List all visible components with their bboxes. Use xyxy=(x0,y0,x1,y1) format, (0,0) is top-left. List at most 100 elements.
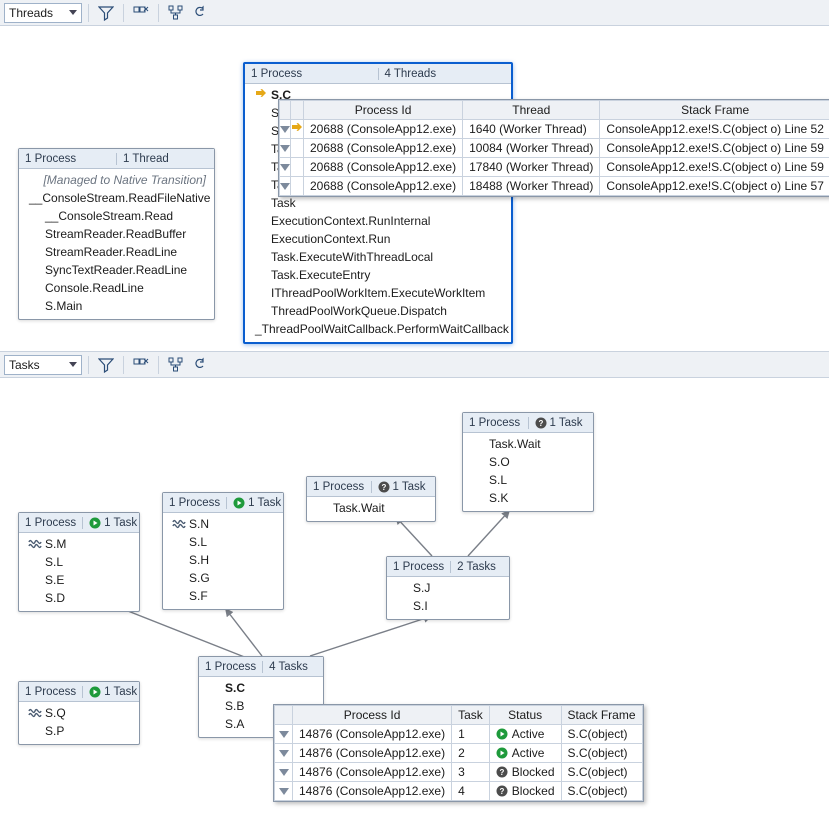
blocked-icon: ? xyxy=(378,481,390,493)
filter-icon[interactable] xyxy=(275,744,293,763)
stack-frame-row[interactable]: ExecutionContext.Run xyxy=(245,230,511,248)
task-stack-card[interactable]: 1 Process 1 Task S.QS.P xyxy=(18,681,140,745)
view-mode-select[interactable]: Threads xyxy=(4,3,82,23)
stack-frame-row[interactable]: __ConsoleStream.Read xyxy=(19,207,214,225)
grid-row[interactable]: 20688 (ConsoleApp12.exe)1640 (Worker Thr… xyxy=(280,120,829,139)
stack-frame-row[interactable]: Task.ExecuteWithThreadLocal xyxy=(245,248,511,266)
stack-frame-row[interactable]: StreamReader.ReadLine xyxy=(19,243,214,261)
auto-layout-icon[interactable] xyxy=(165,354,187,376)
grid-row[interactable]: 20688 (ConsoleApp12.exe)17840 (Worker Th… xyxy=(280,158,829,177)
stack-frame-row[interactable]: ExecutionContext.RunInternal xyxy=(245,212,511,230)
filter-icon[interactable] xyxy=(280,158,291,177)
grid-header[interactable]: Thread xyxy=(463,101,600,120)
filter-icon[interactable] xyxy=(280,177,291,196)
grid-row[interactable]: 14876 (ConsoleApp12.exe)1ActiveS.C(objec… xyxy=(275,725,643,744)
stack-frame-text: S.K xyxy=(489,491,508,505)
stack-frame-row[interactable]: S.L xyxy=(163,533,283,551)
card-rows: Task.Wait S.OS.L S.K xyxy=(463,433,593,511)
task-stack-card[interactable]: 1 Process ? 1 Task Task.Wait xyxy=(306,476,436,522)
stack-frame-row[interactable]: S.Q xyxy=(19,704,139,722)
threads-canvas: 1 Process 1 Thread [Managed to Native Tr… xyxy=(0,26,829,352)
auto-layout-icon[interactable] xyxy=(165,2,187,24)
grid-header[interactable]: Status xyxy=(489,706,561,725)
stack-frame-row[interactable]: S.N xyxy=(163,515,283,533)
card-header: 1 Process 2 Tasks xyxy=(387,557,509,577)
task-stack-card[interactable]: 1 Process 1 Task S.NS.LS.HS.GS.F xyxy=(162,492,284,610)
process-id-cell: 14876 (ConsoleApp12.exe) xyxy=(293,725,452,744)
card-hdr-right-wrap: 1 Task xyxy=(82,517,143,529)
filter-icon[interactable] xyxy=(95,2,117,24)
grid-row[interactable]: 14876 (ConsoleApp12.exe)2ActiveS.C(objec… xyxy=(275,744,643,763)
grid-header[interactable]: Stack Frame xyxy=(600,101,829,120)
filter-icon[interactable] xyxy=(275,782,293,801)
grid-header[interactable]: Process Id xyxy=(304,101,463,120)
stack-frame-row[interactable]: S.O xyxy=(463,453,593,471)
stack-frame-row[interactable]: S.L xyxy=(19,553,139,571)
grid-header[interactable]: Task xyxy=(452,706,490,725)
stack-frame-row[interactable]: Task.Wait xyxy=(463,435,593,453)
card-rows: S.J S.I xyxy=(387,577,509,619)
thread-detail-grid[interactable]: Process IdThreadStack Frame 20688 (Conso… xyxy=(278,99,829,197)
grid-row[interactable]: 14876 (ConsoleApp12.exe)3?BlockedS.C(obj… xyxy=(275,763,643,782)
toolbar-separator xyxy=(88,4,89,22)
stack-frame-row[interactable]: S.I xyxy=(387,597,509,615)
stack-frame-text: S.I xyxy=(413,599,428,613)
filter-icon[interactable] xyxy=(275,763,293,782)
grid-header[interactable]: Process Id xyxy=(293,706,452,725)
stack-frame-row[interactable]: S.H xyxy=(163,551,283,569)
stack-frame-row[interactable]: S.G xyxy=(163,569,283,587)
stack-frame-text: Task.Wait xyxy=(489,437,541,451)
stack-frame-row[interactable]: [Managed to Native Transition] xyxy=(19,171,214,189)
task-stack-card[interactable]: 1 Process 1 Task S.MS.LS.ES.D xyxy=(18,512,140,612)
stack-frame-text: StreamReader.ReadBuffer xyxy=(45,227,186,241)
refresh-icon[interactable] xyxy=(191,354,213,376)
grid-header[interactable] xyxy=(275,706,293,725)
grid-header[interactable] xyxy=(291,101,304,120)
stack-frame-row[interactable]: S.M xyxy=(19,535,139,553)
stack-frame-row[interactable]: Task.ExecuteEntry xyxy=(245,266,511,284)
filter-icon[interactable] xyxy=(280,139,291,158)
grid-row[interactable]: 14876 (ConsoleApp12.exe)4?BlockedS.C(obj… xyxy=(275,782,643,801)
task-detail-grid[interactable]: Process IdTaskStatusStack Frame 14876 (C… xyxy=(273,704,644,802)
filter-icon[interactable] xyxy=(275,725,293,744)
thread-stack-card[interactable]: 1 Process 1 Thread [Managed to Native Tr… xyxy=(18,148,215,320)
grid-row[interactable]: 20688 (ConsoleApp12.exe)18488 (Worker Th… xyxy=(280,177,829,196)
chevron-down-icon xyxy=(69,10,77,15)
stack-frame-text: S.G xyxy=(189,571,210,585)
card-hdr-left: 1 Process xyxy=(199,661,262,673)
task-stack-card[interactable]: 1 Process ? 1 Task Task.WaitS.OS.LS.K xyxy=(462,412,594,512)
grid-header[interactable] xyxy=(280,101,291,120)
stack-frame-row[interactable]: __ConsoleStream.ReadFileNative xyxy=(19,189,214,207)
process-id-cell: 20688 (ConsoleApp12.exe) xyxy=(304,139,463,158)
current-frame-pointer-icon xyxy=(253,89,269,101)
stack-frame-row[interactable]: StreamReader.ReadBuffer xyxy=(19,225,214,243)
stack-frame-row[interactable]: S.E xyxy=(19,571,139,589)
status-cell: Active xyxy=(489,744,561,763)
stack-frame-row[interactable]: S.L xyxy=(463,471,593,489)
stack-frame-row[interactable]: S.J xyxy=(387,579,509,597)
expand-all-icon[interactable] xyxy=(130,354,152,376)
stack-frame-row[interactable]: _ThreadPoolWaitCallback.PerformWaitCallb… xyxy=(245,320,511,338)
stack-frame-row[interactable]: IThreadPoolWorkItem.ExecuteWorkItem xyxy=(245,284,511,302)
stack-frame-row[interactable]: Task.Wait xyxy=(307,499,435,517)
stack-frame-row[interactable]: S.F xyxy=(163,587,283,605)
stack-frame-row[interactable]: S.Main xyxy=(19,297,214,315)
filter-icon[interactable] xyxy=(280,120,291,139)
svg-text:?: ? xyxy=(538,419,543,428)
stack-frame-row[interactable]: S.K xyxy=(463,489,593,507)
stack-frame-row[interactable]: Console.ReadLine xyxy=(19,279,214,297)
stack-frame-row[interactable]: ThreadPoolWorkQueue.Dispatch xyxy=(245,302,511,320)
filter-icon[interactable] xyxy=(95,354,117,376)
grid-row[interactable]: 20688 (ConsoleApp12.exe)10084 (Worker Th… xyxy=(280,139,829,158)
stack-frame-row[interactable]: S.C xyxy=(199,679,323,697)
stack-frame-row[interactable]: S.P xyxy=(19,722,139,740)
expand-all-icon[interactable] xyxy=(130,2,152,24)
stack-frame-row[interactable]: SyncTextReader.ReadLine xyxy=(19,261,214,279)
task-id-cell: 4 xyxy=(452,782,490,801)
stack-frame-row[interactable]: S.D xyxy=(19,589,139,607)
refresh-icon[interactable] xyxy=(191,2,213,24)
grid-header[interactable]: Stack Frame xyxy=(561,706,642,725)
stack-frame-text: Task.Wait xyxy=(333,501,385,515)
task-stack-card[interactable]: 1 Process 2 Tasks S.J S.I xyxy=(386,556,510,620)
view-mode-select[interactable]: Tasks xyxy=(4,355,82,375)
